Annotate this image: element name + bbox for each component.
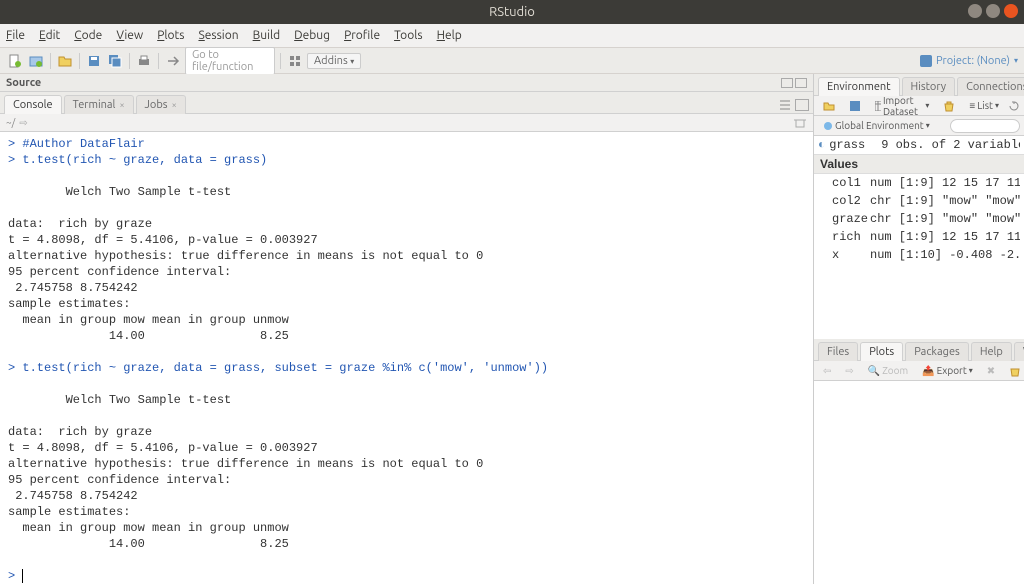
menu-view[interactable]: View — [116, 29, 143, 42]
goto-file-input[interactable]: Go to file/function — [185, 47, 275, 75]
separator — [79, 53, 80, 69]
addins-dropdown[interactable]: Addins ▾ — [307, 53, 361, 69]
prev-plot-icon[interactable]: ⇦ — [818, 364, 836, 378]
menu-tools[interactable]: Tools — [394, 29, 423, 42]
maximize-pane-icon[interactable] — [795, 78, 807, 88]
project-label: Project: (None) — [936, 55, 1010, 67]
new-file-icon[interactable] — [6, 52, 24, 70]
remove-plot-icon[interactable]: ✖ — [982, 364, 1000, 378]
menu-plots[interactable]: Plots — [157, 29, 184, 42]
menu-code[interactable]: Code — [74, 29, 102, 42]
env-section-values: Values — [814, 154, 1024, 174]
separator — [158, 53, 159, 69]
env-search-input[interactable] — [950, 119, 1020, 133]
save-icon[interactable] — [85, 52, 103, 70]
next-plot-icon[interactable]: ⇨ — [840, 364, 858, 378]
main-toolbar: Go to file/function Addins ▾ Project: (N… — [0, 48, 1024, 74]
scope-dropdown[interactable]: Global Environment ▾ — [818, 119, 935, 132]
tab-files[interactable]: Files — [818, 342, 858, 361]
data-frame-icon: ◐ — [818, 136, 825, 154]
tab-jobs[interactable]: Jobs× — [136, 95, 186, 114]
plots-toolbar: ⇦ ⇨ 🔍 Zoom 📤 Export ▾ ✖ — [814, 361, 1024, 381]
window-title: RStudio — [489, 5, 535, 19]
menu-file[interactable]: File — [6, 29, 25, 42]
project-icon — [920, 55, 932, 67]
tab-help[interactable]: Help — [971, 342, 1012, 361]
minimize-pane-icon[interactable] — [781, 78, 793, 88]
env-row[interactable]: ◐grass9 obs. of 2 variables — [814, 136, 1024, 154]
save-all-icon[interactable] — [106, 52, 124, 70]
menubar: File Edit Code View Plots Session Build … — [0, 24, 1024, 48]
tab-environment[interactable]: Environment — [818, 77, 900, 96]
window-controls — [968, 4, 1018, 18]
separator — [129, 53, 130, 69]
list-view-dropdown[interactable]: ≡ List ▾ — [964, 99, 1004, 113]
refresh-icon[interactable] — [1008, 100, 1020, 112]
env-row[interactable]: grazechr [1:9] "mow" "mow" "mow"… — [814, 210, 1024, 228]
menu-build[interactable]: Build — [253, 29, 281, 42]
tab-viewer[interactable]: Viewer — [1014, 342, 1024, 361]
new-project-icon[interactable] — [27, 52, 45, 70]
tab-terminal[interactable]: Terminal× — [64, 95, 134, 114]
close-button[interactable] — [1004, 4, 1018, 18]
env-row[interactable]: col2chr [1:9] "mow" "mow" "mow"… — [814, 192, 1024, 210]
maximize-button[interactable] — [986, 4, 1000, 18]
load-workspace-icon[interactable] — [818, 99, 840, 113]
tab-history[interactable]: History — [902, 77, 956, 96]
source-pane-header: Source — [0, 74, 813, 92]
menu-debug[interactable]: Debug — [294, 29, 330, 42]
menu-edit[interactable]: Edit — [39, 29, 60, 42]
more-icon[interactable]: ⇨ — [19, 117, 27, 129]
menu-session[interactable]: Session — [198, 29, 238, 42]
env-row[interactable]: col1num [1:9] 12 15 17 11 15 8 … — [814, 174, 1024, 192]
goto-icon[interactable] — [164, 52, 182, 70]
open-file-icon[interactable] — [56, 52, 74, 70]
env-row[interactable]: richnum [1:9] 12 15 17 11 15 8 … — [814, 228, 1024, 246]
tab-connections[interactable]: Connections — [957, 77, 1024, 96]
project-selector[interactable]: Project: (None) ▾ — [920, 55, 1018, 67]
separator — [280, 53, 281, 69]
menu-profile[interactable]: Profile — [344, 29, 380, 42]
clear-plots-icon[interactable] — [1004, 364, 1024, 378]
export-dropdown[interactable]: 📤 Export ▾ — [917, 364, 978, 378]
grid-icon[interactable] — [286, 52, 304, 70]
import-dataset-dropdown[interactable]: Import Dataset ▾ — [870, 94, 934, 118]
minimize-button[interactable] — [968, 4, 982, 18]
console-options-icon[interactable] — [778, 99, 792, 111]
working-dir: ~/ — [6, 117, 15, 128]
plots-tabs: Files Plots Packages Help Viewer — [814, 339, 1024, 361]
tab-packages[interactable]: Packages — [905, 342, 969, 361]
env-variable-list: ◐grass9 obs. of 2 variablesValuescol1num… — [814, 136, 1024, 339]
menu-help[interactable]: Help — [437, 29, 462, 42]
tab-plots[interactable]: Plots — [860, 342, 903, 361]
env-tabs: Environment History Connections — [814, 74, 1024, 96]
plots-area — [814, 381, 1024, 584]
env-scope-bar: Global Environment ▾ — [814, 116, 1024, 136]
tab-console[interactable]: Console — [4, 95, 62, 114]
titlebar: RStudio — [0, 0, 1024, 24]
save-workspace-icon[interactable] — [844, 99, 866, 113]
separator — [50, 53, 51, 69]
clear-env-icon[interactable] — [938, 99, 960, 113]
zoom-button[interactable]: 🔍 Zoom — [863, 364, 913, 378]
console-output[interactable]: > #Author DataFlair > t.test(rich ~ graz… — [0, 132, 813, 584]
env-toolbar: Import Dataset ▾ ≡ List ▾ — [814, 96, 1024, 116]
source-title: Source — [6, 77, 41, 89]
restore-pane-icon[interactable] — [795, 99, 809, 111]
console-tabs: Console Terminal× Jobs× — [0, 92, 813, 114]
clear-console-icon[interactable] — [793, 117, 807, 129]
print-icon[interactable] — [135, 52, 153, 70]
env-row[interactable]: xnum [1:10] -0.408 -2.136 0.… — [814, 246, 1024, 264]
console-path-bar: ~/ ⇨ — [0, 114, 813, 132]
